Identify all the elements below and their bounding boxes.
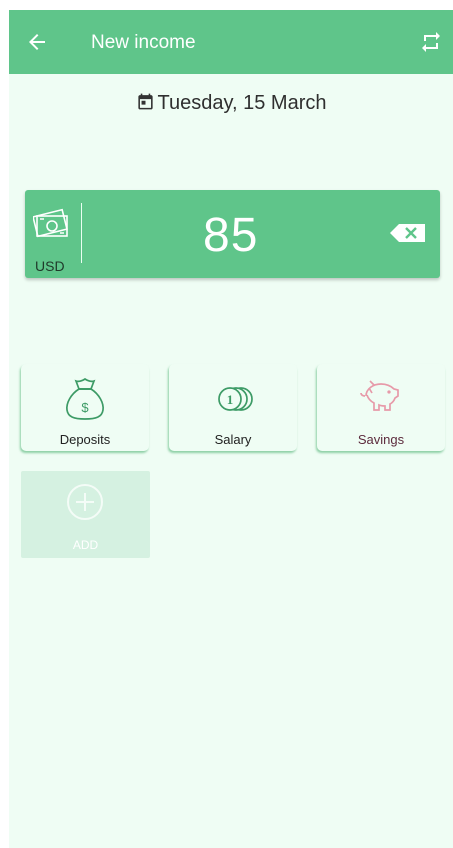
amount-value[interactable]: 85	[203, 208, 258, 263]
coins-icon: 1	[218, 387, 253, 411]
banknote-icon[interactable]	[33, 204, 69, 238]
currency-label[interactable]: USD	[35, 258, 65, 274]
page-title: New income	[91, 32, 196, 53]
category-savings[interactable]: Savings	[317, 364, 445, 451]
add-label: ADD	[72, 538, 99, 552]
top-app-bar: New income	[9, 10, 453, 74]
backspace-icon[interactable]	[389, 222, 427, 244]
plus-circle-icon	[67, 484, 103, 520]
app-screen: New income Tuesday, 15 March USD 85 $ De…	[9, 10, 453, 848]
arrow-left-icon[interactable]	[25, 30, 49, 54]
category-label: Savings	[357, 432, 405, 447]
piggy-bank-icon	[360, 380, 399, 411]
category-label: Deposits	[59, 432, 111, 447]
category-deposits[interactable]: $ Deposits	[21, 364, 149, 451]
money-bag-icon: $	[66, 377, 104, 420]
date-label: Tuesday, 15 March	[157, 92, 327, 114]
date-selector[interactable]: Tuesday, 15 March	[9, 92, 453, 115]
repeat-icon[interactable]	[419, 30, 443, 54]
svg-text:$: $	[81, 400, 89, 415]
calendar-icon	[137, 93, 153, 110]
category-label: Salary	[214, 432, 252, 447]
divider	[81, 203, 82, 263]
add-category-button[interactable]: ADD	[21, 471, 150, 558]
svg-text:1: 1	[227, 392, 234, 407]
amount-card: USD 85	[25, 190, 440, 278]
category-salary[interactable]: 1 Salary	[169, 364, 297, 451]
